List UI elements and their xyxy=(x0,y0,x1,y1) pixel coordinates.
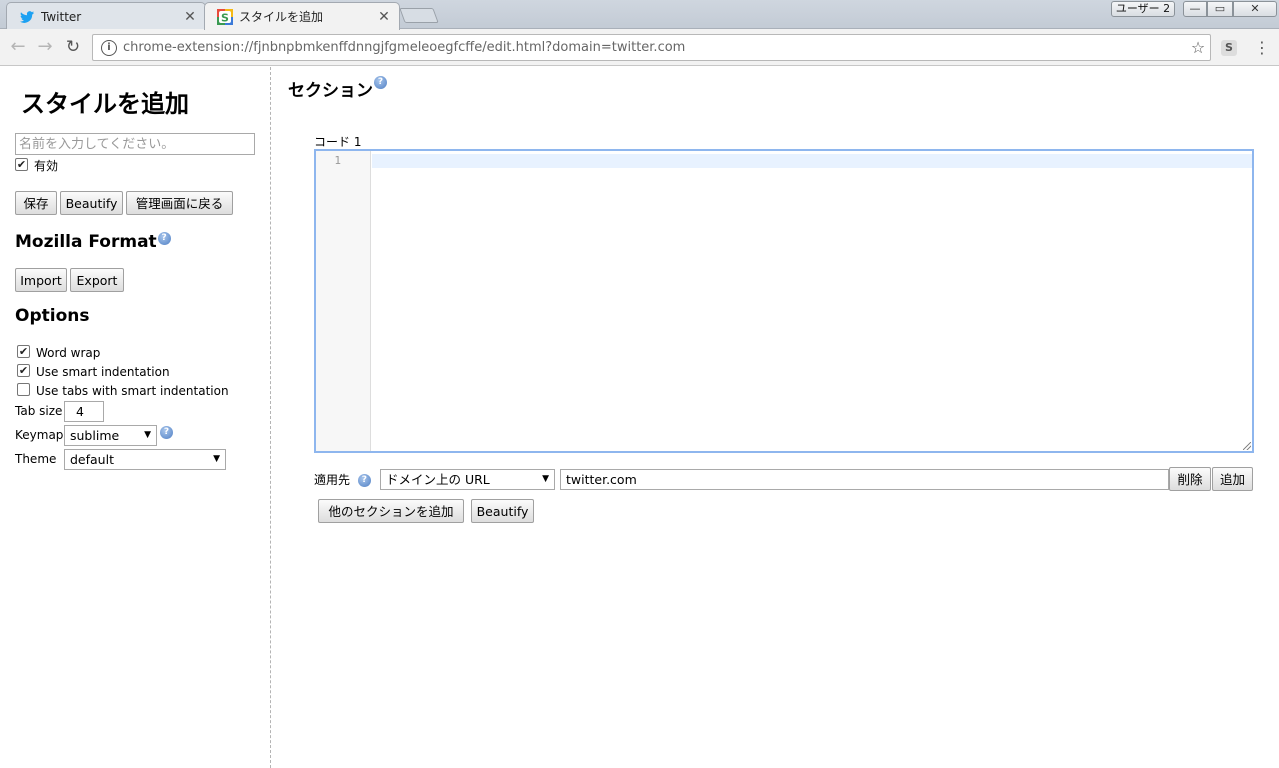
code-editor[interactable]: 1 xyxy=(314,149,1254,453)
keymap-label: Keymap xyxy=(15,428,64,442)
keymap-select[interactable]: sublime ▼ xyxy=(64,425,157,446)
stylish-logo-icon: S xyxy=(217,8,233,25)
enabled-label: 有効 xyxy=(34,159,59,173)
options-heading: Options xyxy=(15,306,90,326)
keymap-value: sublime xyxy=(70,428,120,443)
help-icon[interactable]: ? xyxy=(357,474,371,487)
chevron-down-icon: ▼ xyxy=(542,474,549,484)
back-arrow-icon[interactable]: ← xyxy=(7,37,29,57)
keymap-help-icon[interactable]: ? xyxy=(160,426,173,439)
theme-value: default xyxy=(70,452,114,467)
close-tab-icon[interactable]: ✕ xyxy=(183,9,197,25)
import-button[interactable]: Import xyxy=(15,268,67,292)
url-text[interactable]: chrome-extension://fjnbnpbmkenffdnngjfgm… xyxy=(123,40,1186,55)
word-wrap-label: Word wrap xyxy=(36,346,101,360)
browser-toolbar: ← → ↻ i chrome-extension://fjnbnpbmkenff… xyxy=(0,29,1279,66)
applies-to-label: 適用先 ? xyxy=(314,471,371,488)
resize-handle[interactable] xyxy=(1243,442,1251,450)
profile-button[interactable]: ユーザー 2 xyxy=(1111,1,1175,17)
sections-heading: セクション? xyxy=(288,76,387,101)
beautify-button[interactable]: Beautify xyxy=(60,191,123,215)
smart-indentation-label: Use smart indentation xyxy=(36,365,170,379)
beautify-button[interactable]: Beautify xyxy=(471,499,534,523)
applies-to-value-input[interactable]: twitter.com xyxy=(560,469,1169,490)
window-close-icon[interactable]: ✕ xyxy=(1233,1,1277,17)
export-button[interactable]: Export xyxy=(70,268,124,292)
forward-arrow-icon[interactable]: → xyxy=(34,37,56,57)
svg-text:S: S xyxy=(221,11,229,24)
page-title: スタイルを追加 xyxy=(21,90,189,118)
code-label: コード 1 xyxy=(314,135,362,149)
mozilla-format-heading: Mozilla Format? xyxy=(15,232,171,252)
chevron-down-icon: ▼ xyxy=(144,430,151,440)
help-icon[interactable]: ? xyxy=(374,76,387,89)
twitter-bird-icon xyxy=(20,10,34,23)
applies-to-text: 適用先 xyxy=(314,473,351,487)
tab-strip: Twitter ✕ S スタイルを追加 ✕ ユーザー 2 — ▭ ✕ xyxy=(0,0,1279,30)
style-name-input[interactable] xyxy=(15,133,255,155)
tab-twitter[interactable]: Twitter ✕ xyxy=(6,2,206,30)
tab-title: スタイルを追加 xyxy=(239,10,324,24)
theme-select[interactable]: default ▼ xyxy=(64,449,226,470)
line-number-gutter: 1 xyxy=(316,151,371,451)
tabs-smart-indentation-label: Use tabs with smart indentation xyxy=(36,384,229,398)
chevron-down-icon: ▼ xyxy=(213,454,220,464)
reload-icon[interactable]: ↻ xyxy=(62,37,84,57)
back-to-manage-button[interactable]: 管理画面に戻る xyxy=(126,191,233,215)
remove-button[interactable]: 削除 xyxy=(1169,467,1211,491)
active-line[interactable] xyxy=(372,154,1252,168)
save-button[interactable]: 保存 xyxy=(15,191,57,215)
address-bar[interactable]: i chrome-extension://fjnbnpbmkenffdnngjf… xyxy=(92,34,1211,61)
applies-to-type-value: ドメイン上の URL xyxy=(386,472,490,487)
theme-label: Theme xyxy=(15,452,57,466)
sidebar: スタイルを追加 ✔ 有効 保存 Beautify 管理画面に戻る Mozilla… xyxy=(0,67,271,768)
mozilla-format-title: Mozilla Format xyxy=(15,232,157,252)
minimize-icon[interactable]: — xyxy=(1183,1,1207,17)
add-section-button[interactable]: 他のセクションを追加 xyxy=(318,499,464,523)
line-number: 1 xyxy=(334,154,341,167)
kebab-menu-icon[interactable]: ⋮ xyxy=(1254,38,1270,58)
site-info-icon[interactable]: i xyxy=(101,39,117,56)
tabs-smart-indentation-checkbox[interactable] xyxy=(17,383,30,396)
star-icon[interactable]: ☆ xyxy=(1186,38,1210,57)
stylish-extension-icon[interactable]: S xyxy=(1221,40,1237,56)
close-tab-icon[interactable]: ✕ xyxy=(377,9,391,25)
add-button[interactable]: 追加 xyxy=(1212,467,1253,491)
maximize-icon[interactable]: ▭ xyxy=(1207,1,1233,17)
help-icon[interactable]: ? xyxy=(157,232,171,245)
tab-size-input[interactable]: 4 xyxy=(64,401,104,422)
sections-title: セクション xyxy=(288,81,373,101)
new-tab-button[interactable] xyxy=(399,8,439,23)
tab-size-label: Tab size xyxy=(15,404,63,418)
word-wrap-checkbox[interactable]: ✔ xyxy=(17,345,30,358)
main-content: セクション? コード 1 1 適用先 ? ドメイン上の URL ▼ twitte… xyxy=(272,67,1279,768)
enabled-checkbox[interactable]: ✔ xyxy=(15,158,28,171)
applies-to-type-select[interactable]: ドメイン上の URL ▼ xyxy=(380,469,555,490)
tab-title: Twitter xyxy=(41,9,82,24)
smart-indentation-checkbox[interactable]: ✔ xyxy=(17,364,30,377)
tab-add-style[interactable]: S スタイルを追加 ✕ xyxy=(204,2,400,30)
